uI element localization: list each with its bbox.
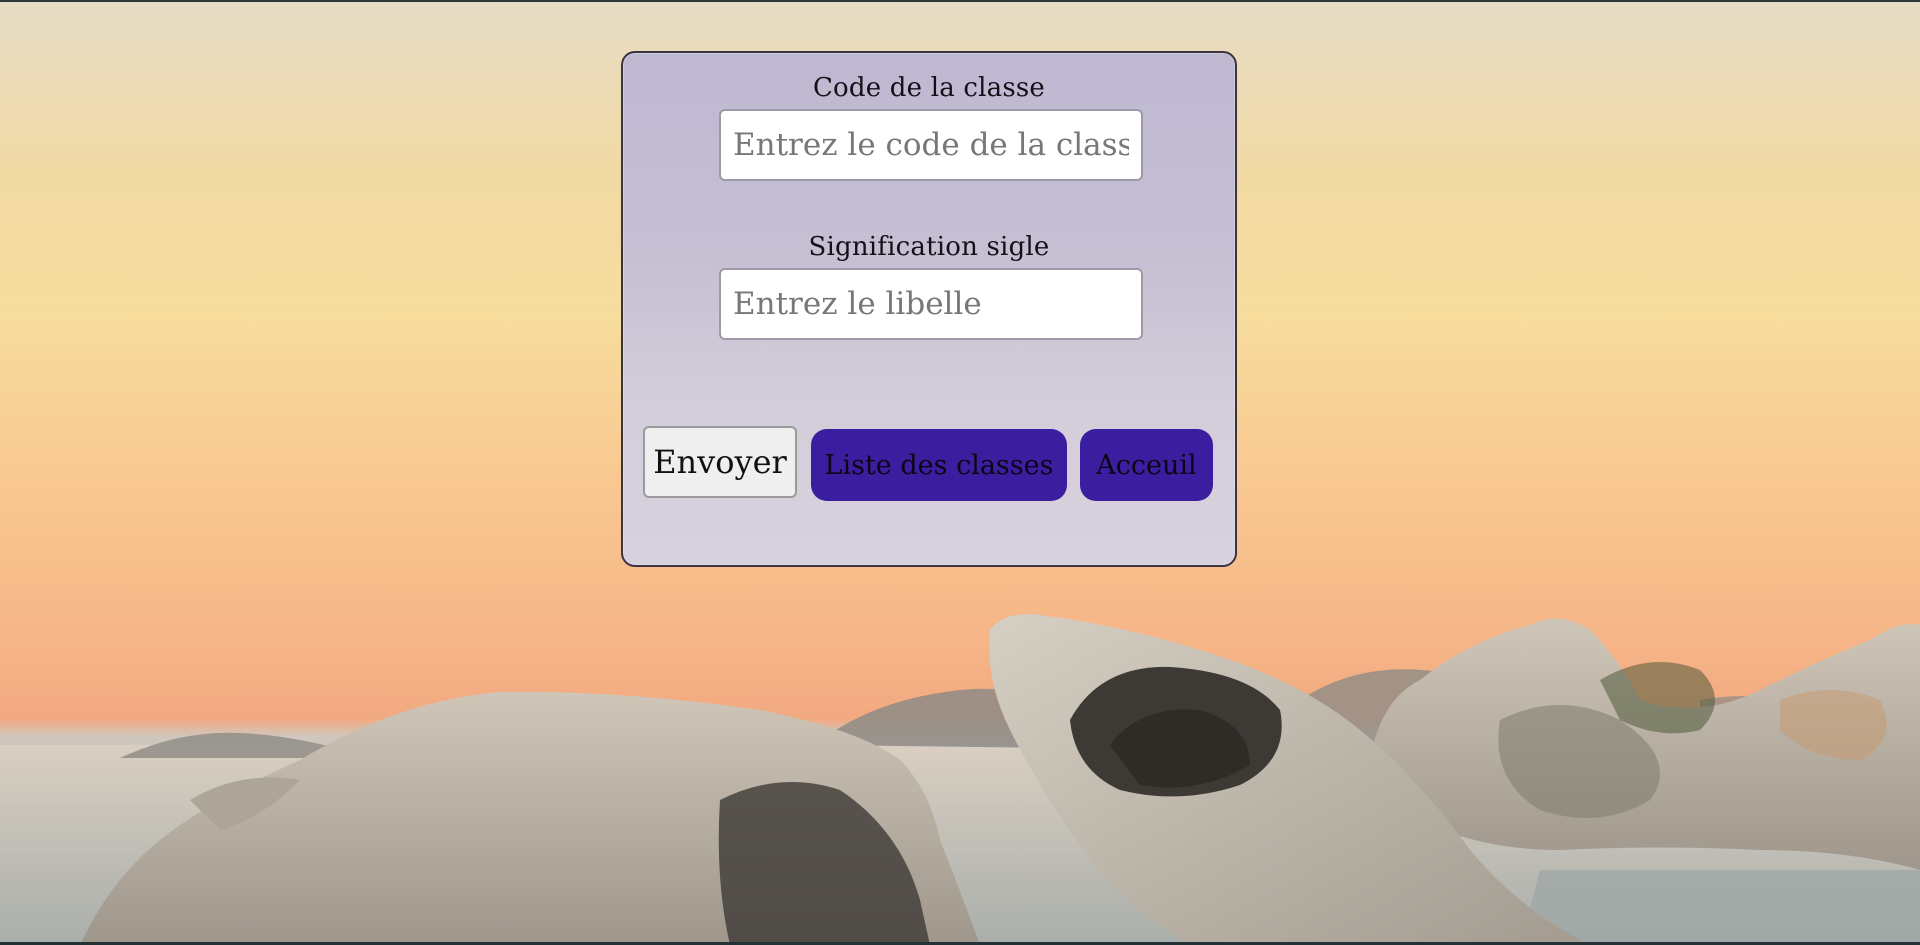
page: Code de la classe Signification sigle En… (0, 0, 1920, 945)
send-button[interactable]: Envoyer (643, 426, 797, 498)
add-class-form: Code de la classe Signification sigle En… (621, 51, 1237, 567)
top-border (0, 0, 1920, 2)
libelle-input[interactable] (719, 268, 1143, 340)
code-input[interactable] (719, 109, 1143, 181)
home-button[interactable]: Acceuil (1080, 429, 1213, 501)
class-list-button[interactable]: Liste des classes (811, 429, 1067, 501)
sigle-label: Signification sigle (808, 232, 1050, 262)
code-label: Code de la classe (812, 73, 1046, 103)
